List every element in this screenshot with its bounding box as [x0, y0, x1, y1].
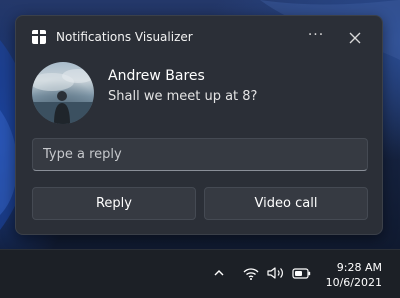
- wifi-icon: [243, 268, 259, 280]
- volume-button[interactable]: [266, 264, 286, 282]
- battery-button[interactable]: [292, 264, 312, 282]
- volume-icon: [267, 267, 283, 279]
- app-icon: [32, 30, 46, 44]
- battery-icon: [292, 268, 311, 279]
- taskbar: 9:28 AM 10/6/2021: [0, 249, 400, 298]
- chevron-up-icon: [214, 270, 224, 276]
- app-name: Notifications Visualizer: [56, 30, 193, 44]
- video-call-button[interactable]: Video call: [204, 187, 368, 220]
- reply-input[interactable]: [32, 138, 368, 171]
- close-icon: [349, 32, 361, 44]
- more-options-button[interactable]: ···: [307, 28, 325, 45]
- network-button[interactable]: [242, 264, 260, 282]
- close-button[interactable]: [348, 30, 362, 44]
- notification-toast[interactable]: Notifications Visualizer ··· Andrew Bare…: [15, 15, 383, 235]
- show-hidden-icons-button[interactable]: [212, 264, 226, 282]
- reply-button[interactable]: Reply: [32, 187, 196, 220]
- clock-time[interactable]: 9:28 AM: [337, 261, 382, 274]
- message-text: Shall we meet up at 8?: [108, 89, 258, 104]
- clock-date[interactable]: 10/6/2021: [326, 276, 382, 289]
- avatar: [32, 62, 94, 124]
- avatar-person-image: [32, 69, 94, 124]
- sender-name: Andrew Bares: [108, 68, 205, 84]
